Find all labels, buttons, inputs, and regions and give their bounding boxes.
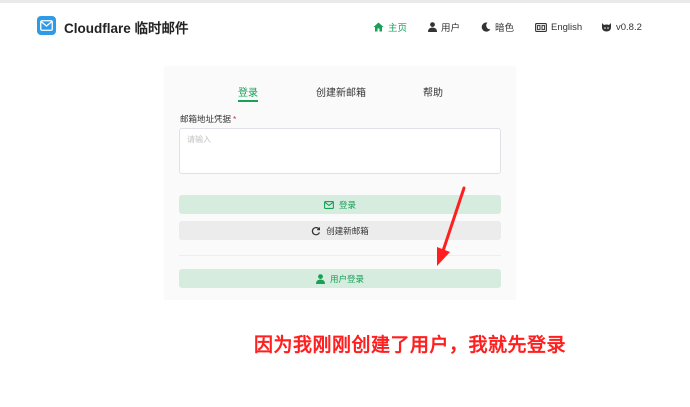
annotation-text: 因为我刚刚创建了用户，我就先登录 <box>254 335 567 356</box>
